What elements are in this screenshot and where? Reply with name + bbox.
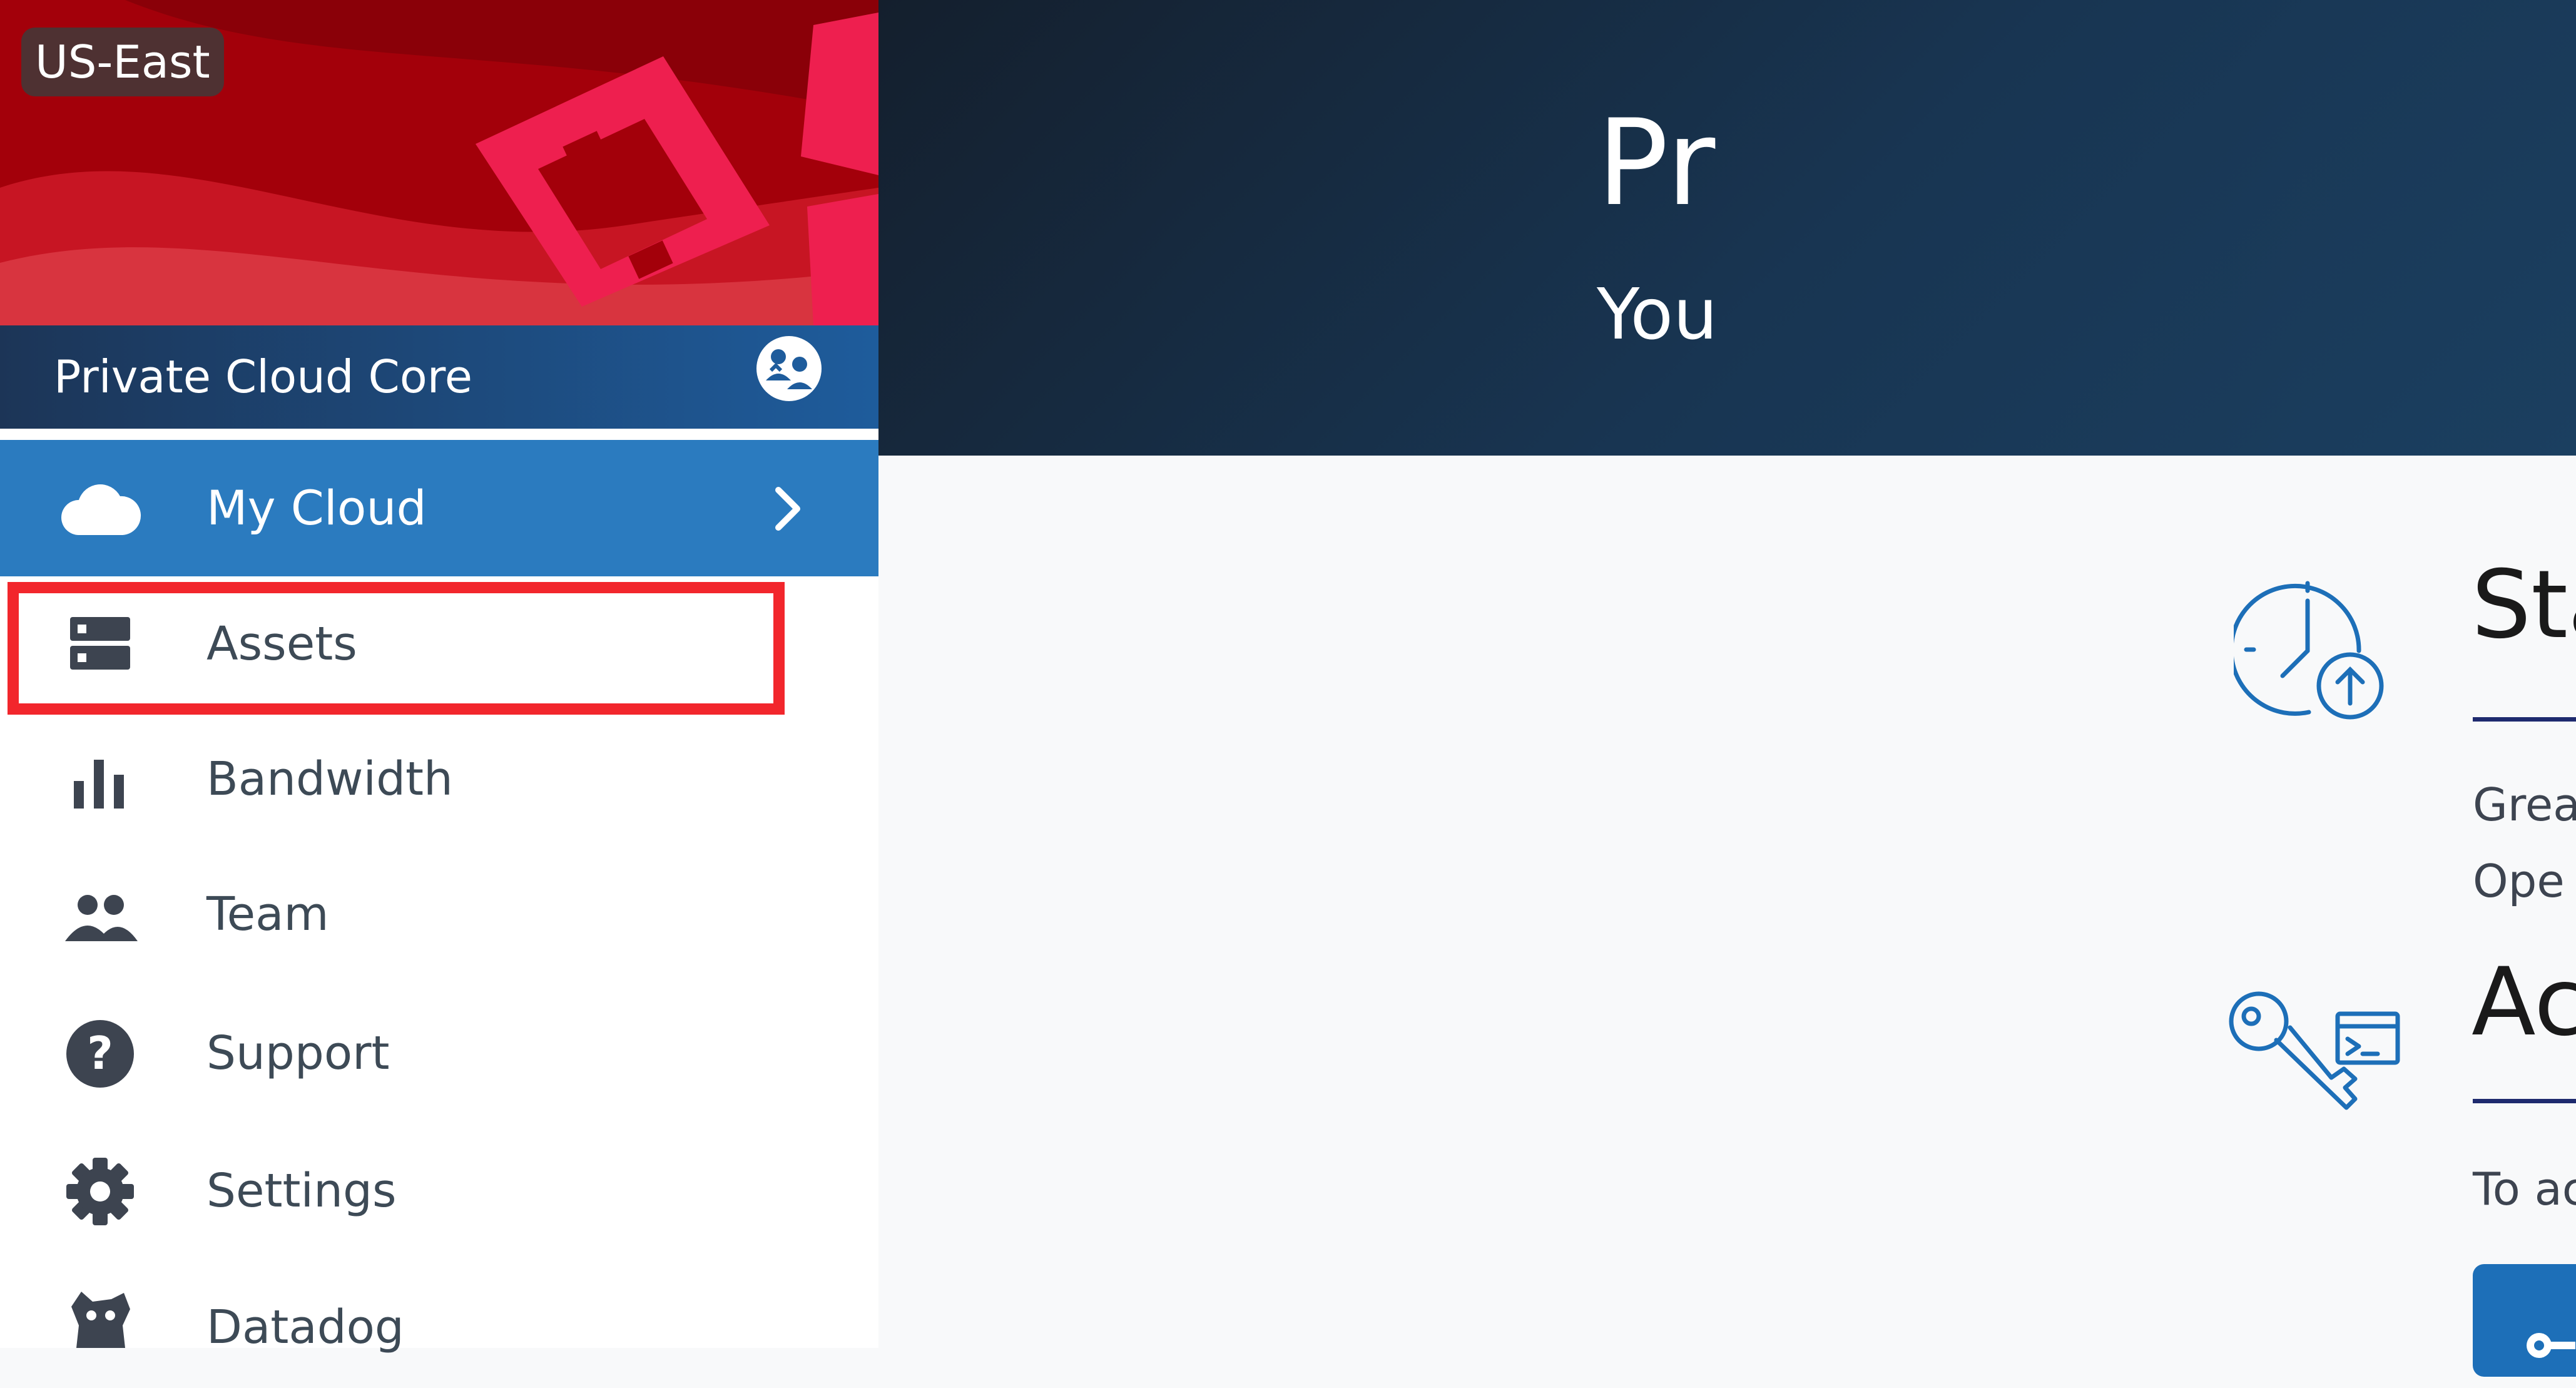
datadog-icon <box>63 1288 138 1353</box>
team-swap-icon[interactable] <box>752 332 826 406</box>
sidebar-item-label: Bandwidth <box>206 752 453 806</box>
nav-my-cloud-label: My Cloud <box>206 480 427 536</box>
region-badge[interactable]: US-East <box>21 28 224 96</box>
hero-subtitle: You <box>1597 274 1718 355</box>
hero-title: Pr <box>1597 94 1716 232</box>
chevron-right-icon <box>770 484 807 536</box>
highlight-box <box>8 582 785 715</box>
gear-icon <box>63 1156 138 1229</box>
hero-banner <box>878 0 2576 456</box>
sidebar-item-label: Settings <box>206 1164 397 1218</box>
section-text: Grea <box>2473 778 2576 831</box>
product-title: Private Cloud Core <box>54 350 473 403</box>
sidebar-item-datadog[interactable]: Datadog <box>0 1263 878 1388</box>
section-divider <box>2473 717 2576 722</box>
sidebar: US-East Private Cloud Core My Cloud Asse… <box>0 0 878 1354</box>
people-icon <box>63 886 138 951</box>
sidebar-item-settings[interactable]: Settings <box>0 1126 878 1252</box>
sidebar-item-label: Datadog <box>206 1300 404 1354</box>
help-icon: ? <box>63 1019 138 1091</box>
sidebar-item-team[interactable]: Team <box>0 852 878 977</box>
section-divider <box>2473 1099 2576 1103</box>
section-text: To ac <box>2473 1163 2576 1215</box>
nav-my-cloud[interactable]: My Cloud <box>0 440 878 576</box>
key-terminal-icon <box>2221 982 2403 1135</box>
key-icon <box>2525 1327 2575 1373</box>
access-button[interactable] <box>2473 1264 2576 1377</box>
sidebar-item-label: Support <box>206 1026 390 1080</box>
section-title: Sta <box>2472 551 2576 660</box>
region-banner: US-East <box>0 0 878 325</box>
cloud-icon <box>60 480 141 539</box>
section-title: Ac <box>2472 948 2576 1057</box>
sidebar-item-support[interactable]: ? Support <box>0 989 878 1114</box>
sidebar-item-bandwidth[interactable]: Bandwidth <box>0 717 878 842</box>
product-header: Private Cloud Core <box>0 325 878 429</box>
clock-upload-icon <box>2229 569 2390 728</box>
sidebar-item-label: Team <box>206 887 329 941</box>
bar-chart-icon <box>63 751 138 816</box>
svg-text:?: ? <box>87 1027 113 1079</box>
section-text: Ope <box>2473 855 2565 907</box>
